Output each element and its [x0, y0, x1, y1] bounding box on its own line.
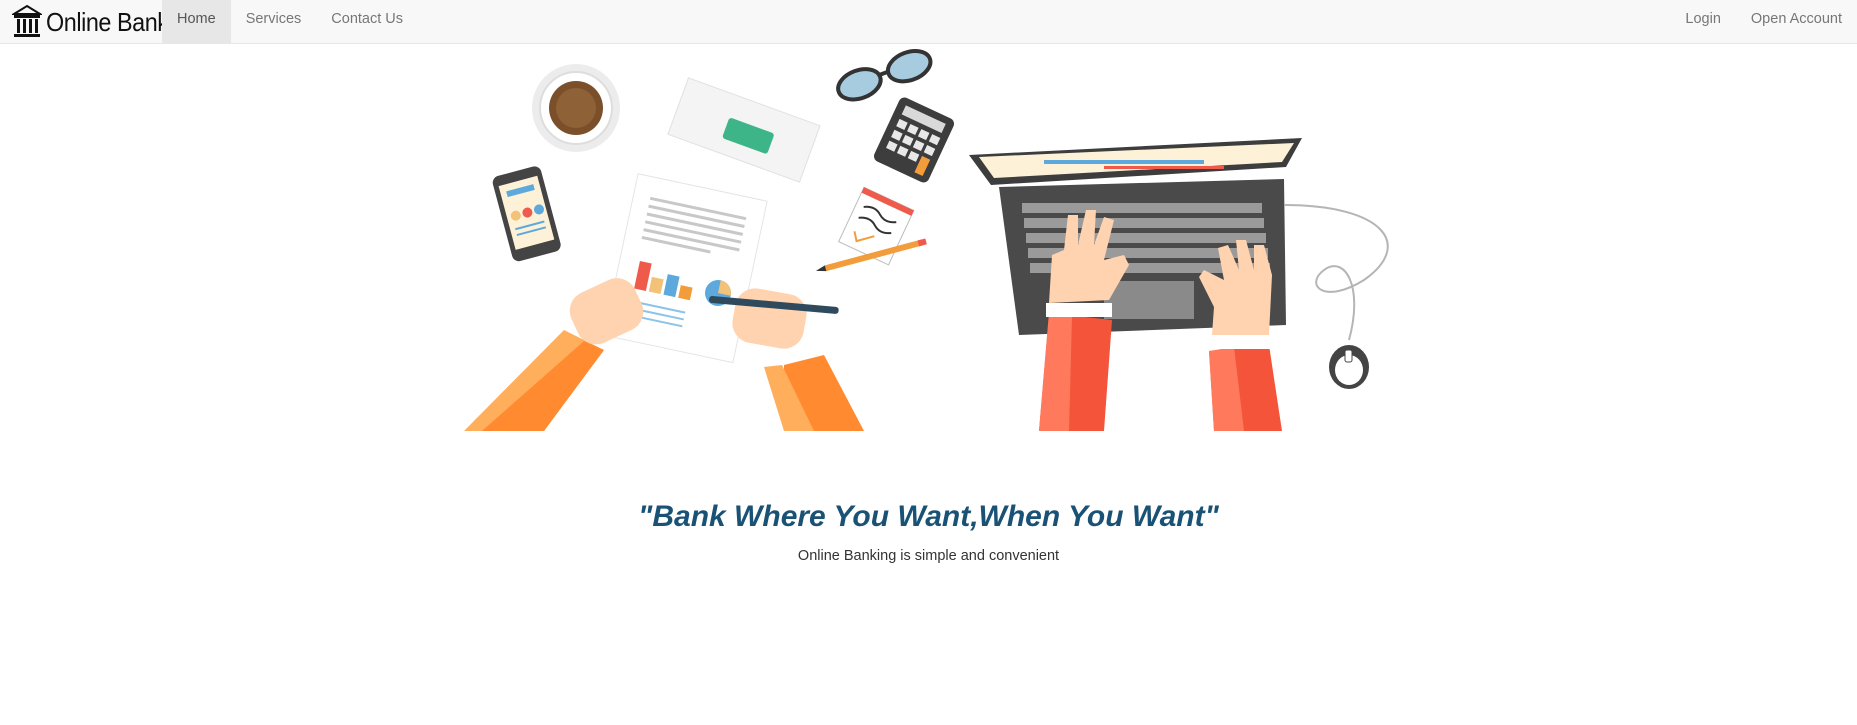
- calculator-icon: [873, 97, 955, 183]
- workdesk-laptop-illustration: [464, 48, 1389, 431]
- nav-contact-us[interactable]: Contact Us: [316, 0, 418, 44]
- nav-login[interactable]: Login: [1670, 0, 1735, 44]
- nav-open-account[interactable]: Open Account: [1736, 0, 1857, 44]
- smartphone-icon: [492, 166, 561, 262]
- nav-home[interactable]: Home: [162, 0, 231, 44]
- nav-account: Login Open Account: [1670, 0, 1857, 44]
- nav-primary: Home Services Contact Us: [162, 0, 418, 44]
- computer-mouse-icon: [1283, 204, 1389, 389]
- glasses-icon: [836, 48, 933, 102]
- nav-services[interactable]: Services: [231, 0, 317, 44]
- brand-name: Online Bank: [46, 6, 169, 37]
- hero-subtext: Online Banking is simple and convenient: [797, 548, 1060, 564]
- top-navbar: Online Bank Home Services Contact Us Log…: [0, 0, 1857, 44]
- bank-building-icon: [12, 4, 42, 37]
- envelope-icon: [667, 77, 821, 183]
- brand-logo[interactable]: Online Bank: [12, 0, 182, 44]
- hero-tagline: "Bank Where You Want,When You Want": [638, 500, 1219, 533]
- coffee-cup-icon: [532, 64, 620, 152]
